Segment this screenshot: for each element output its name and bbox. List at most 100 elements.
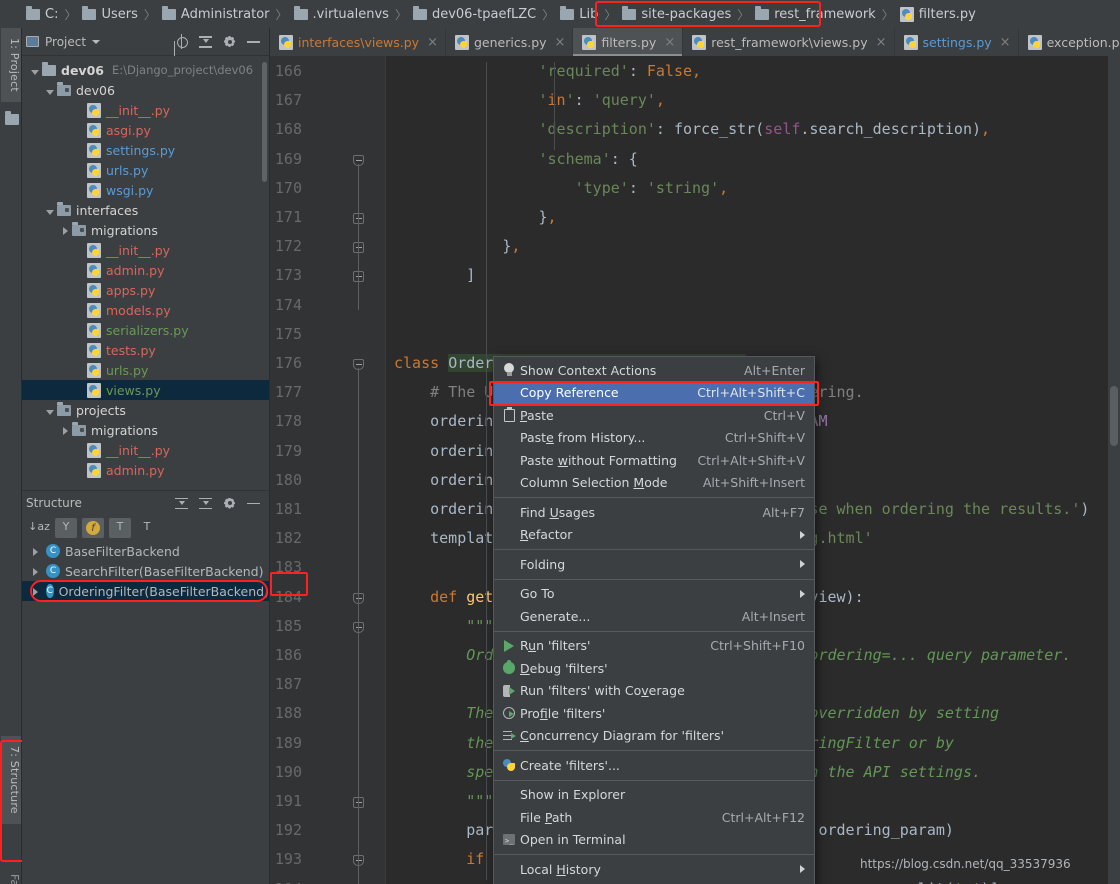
- menu-item-concurrency-diagram-for-filters[interactable]: Concurrency Diagram for 'filters': [494, 725, 814, 748]
- tree-node-tests-py[interactable]: tests.py: [22, 340, 269, 360]
- menu-item-find-usages[interactable]: Find Usages Alt+F7: [494, 501, 814, 524]
- tree-node--init-py[interactable]: __init__.py: [22, 100, 269, 120]
- tree-node-dev06[interactable]: dev06 E:\Django_project\dev06: [22, 60, 269, 80]
- menu-item-profile-filters[interactable]: Profile 'filters': [494, 702, 814, 725]
- gear-icon[interactable]: [222, 34, 237, 49]
- code-line-167[interactable]: 'in': 'query',: [394, 91, 665, 109]
- menu-item-debug-filters[interactable]: Debug 'filters': [494, 657, 814, 680]
- tree-node-wsgi-py[interactable]: wsgi.py: [22, 180, 269, 200]
- breadcrumb-item-site-packages[interactable]: site-packages: [622, 5, 731, 22]
- editor-tab-rest-framework-views-py[interactable]: rest_framework\views.py ×: [683, 28, 895, 56]
- menu-item-folding[interactable]: Folding: [494, 553, 814, 576]
- tree-node-serializers-py[interactable]: serializers.py: [22, 320, 269, 340]
- project-file-tree[interactable]: dev06 E:\Django_project\dev06 dev06 __init_…: [22, 56, 269, 490]
- menu-item-run-filters-with-coverage[interactable]: Run 'filters' with Coverage: [494, 680, 814, 703]
- structure-item-searchfilter-basefilterbackend-[interactable]: C SearchFilter(BaseFilterBackend): [22, 561, 269, 581]
- tree-toggle[interactable]: [58, 423, 72, 438]
- sort-alphabetically-icon[interactable]: ↓az: [28, 518, 50, 538]
- project-tree-scrollbar[interactable]: [262, 62, 267, 182]
- editor-tab-exception-py[interactable]: exception.py×: [1019, 28, 1120, 56]
- scroll-to-source-icon[interactable]: T: [136, 518, 158, 538]
- code-line-191[interactable]: """: [394, 792, 493, 810]
- tree-node-admin-py[interactable]: admin.py: [22, 260, 269, 280]
- breadcrumb-item-dev06-tpaeflzc[interactable]: dev06-tpaefLZC: [412, 5, 536, 22]
- menu-item-generate[interactable]: Generate... Alt+Insert: [494, 605, 814, 628]
- tool-window-button-project[interactable]: 1: Project: [1, 28, 21, 102]
- tree-node-migrations[interactable]: migrations: [22, 420, 269, 440]
- tree-node--init-py[interactable]: __init__.py: [22, 440, 269, 460]
- tree-node-apps-py[interactable]: apps.py: [22, 280, 269, 300]
- menu-item-open-in-terminal[interactable]: Open in Terminal: [494, 829, 814, 852]
- target-icon[interactable]: [174, 34, 189, 49]
- breadcrumb-item-users[interactable]: Users: [82, 5, 138, 22]
- tree-node-admin-py[interactable]: admin.py: [22, 460, 269, 480]
- structure-member-list[interactable]: C BaseFilterBackend C SearchFilter(BaseFilt…: [22, 541, 269, 601]
- expand-arrow-down-icon[interactable]: [46, 209, 54, 215]
- editor-context-menu[interactable]: Show Context Actions Alt+Enter Copy Refere…: [493, 356, 815, 884]
- tree-node-urls-py[interactable]: urls.py: [22, 160, 269, 180]
- tree-node-asgi-py[interactable]: asgi.py: [22, 120, 269, 140]
- expand-arrow-right-icon[interactable]: [32, 547, 38, 556]
- tree-node-models-py[interactable]: models.py: [22, 300, 269, 320]
- menu-item-run-filters[interactable]: Run 'filters' Ctrl+Shift+F10: [494, 635, 814, 658]
- breadcrumb-item-c-[interactable]: C:: [26, 5, 58, 22]
- tree-toggle[interactable]: [58, 223, 72, 238]
- tree-node-migrations[interactable]: migrations: [22, 220, 269, 240]
- tree-toggle[interactable]: [43, 403, 57, 418]
- show-fields-icon[interactable]: f: [82, 518, 104, 538]
- code-line-169[interactable]: 'schema': {: [394, 150, 638, 168]
- breadcrumb-item--virtualenvs[interactable]: .virtualenvs: [293, 5, 389, 22]
- expand-arrow-right-icon[interactable]: [62, 226, 68, 235]
- code-line-185[interactable]: """: [394, 617, 493, 635]
- expand-arrow-down-icon[interactable]: [46, 409, 54, 415]
- code-line-166[interactable]: 'required': False,: [394, 62, 702, 80]
- expand-arrow-down-icon[interactable]: [46, 89, 54, 95]
- structure-item-orderingfilter-basefilterbackend-[interactable]: C OrderingFilter(BaseFilterBackend): [22, 581, 269, 601]
- code-line-171[interactable]: },: [394, 208, 556, 226]
- tree-node-urls-py[interactable]: urls.py: [22, 360, 269, 380]
- editor-tab-settings-py[interactable]: settings.py ×: [895, 28, 1019, 56]
- menu-item-local-history[interactable]: Local History: [494, 858, 814, 881]
- code-line-172[interactable]: },: [394, 237, 520, 255]
- tool-window-button-favorites[interactable]: Favorites: [1, 868, 21, 884]
- breadcrumb-item-filters-py[interactable]: filters.py: [899, 6, 976, 22]
- collapse-all-icon[interactable]: [198, 496, 213, 511]
- menu-item-file-path[interactable]: File Path Ctrl+Alt+F12: [494, 806, 814, 829]
- close-icon[interactable]: ×: [427, 35, 438, 50]
- collapse-all-icon[interactable]: [198, 34, 213, 49]
- expand-arrow-right-icon[interactable]: [32, 587, 38, 596]
- tree-node-views-py[interactable]: views.py: [22, 380, 269, 400]
- tree-toggle[interactable]: [28, 63, 42, 78]
- close-icon[interactable]: ×: [876, 35, 887, 50]
- code-line-173[interactable]: ]: [394, 266, 475, 284]
- breadcrumb-item-administrator[interactable]: Administrator: [161, 5, 270, 22]
- scroll-from-source-icon[interactable]: T: [109, 518, 131, 538]
- menu-item-refactor[interactable]: Refactor: [494, 524, 814, 547]
- project-title-group[interactable]: Project: [26, 35, 101, 49]
- expand-all-icon[interactable]: [174, 496, 189, 511]
- close-icon[interactable]: ×: [664, 35, 675, 50]
- editor-scrollbar-thumb[interactable]: [1110, 386, 1118, 446]
- structure-toggle[interactable]: [28, 564, 42, 579]
- expand-arrow-right-icon[interactable]: [62, 426, 68, 435]
- editor-tab-interfaces-views-py[interactable]: interfaces\views.py ×: [270, 28, 446, 56]
- chevron-down-icon[interactable]: [92, 39, 101, 44]
- tree-node--init-py[interactable]: __init__.py: [22, 240, 269, 260]
- expand-arrow-down-icon[interactable]: [31, 69, 39, 75]
- minimize-icon[interactable]: [246, 34, 261, 49]
- menu-item-paste[interactable]: Paste Ctrl+V: [494, 404, 814, 427]
- tree-node-settings-py[interactable]: settings.py: [22, 140, 269, 160]
- editor-tab-filters-py[interactable]: filters.py ×: [573, 28, 684, 56]
- tool-window-button-structure[interactable]: 7: Structure: [1, 736, 21, 824]
- close-icon[interactable]: ×: [1000, 35, 1011, 50]
- code-line-168[interactable]: 'description': force_str(self.search_des…: [394, 120, 991, 138]
- tree-node-projects[interactable]: projects: [22, 400, 269, 420]
- show-inherited-icon[interactable]: Y: [55, 518, 77, 538]
- structure-toggle[interactable]: [28, 544, 42, 559]
- expand-arrow-right-icon[interactable]: [32, 567, 38, 576]
- minimize-icon[interactable]: [246, 496, 261, 511]
- structure-toggle[interactable]: [28, 584, 42, 599]
- gear-icon[interactable]: [222, 496, 237, 511]
- structure-item-basefilterbackend[interactable]: C BaseFilterBackend: [22, 541, 269, 561]
- menu-item-paste-without-formatting[interactable]: Paste without Formatting Ctrl+Alt+Shift+V: [494, 449, 814, 472]
